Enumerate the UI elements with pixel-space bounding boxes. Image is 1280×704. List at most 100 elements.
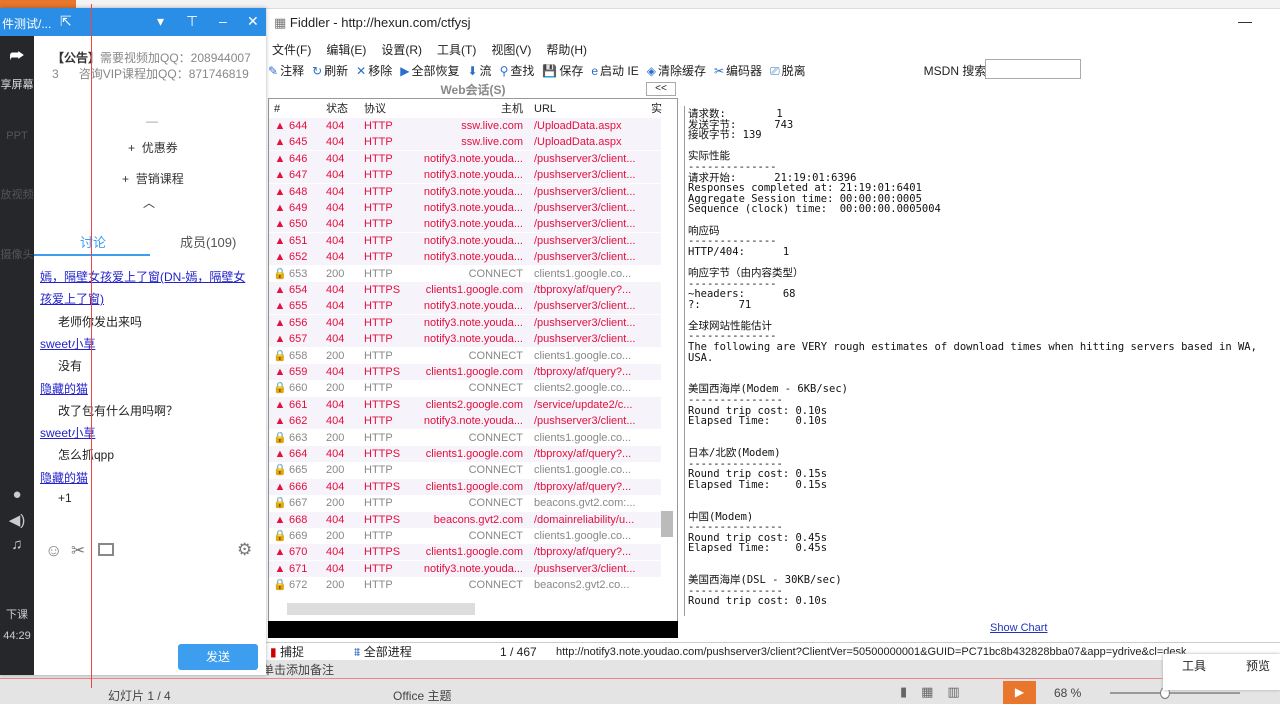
session-row[interactable]: 🔒 658 200 HTTP CONNECT clients1.google.co... bbox=[269, 348, 661, 364]
capture-toggle[interactable]: ▮ 捕捉 bbox=[270, 643, 304, 660]
chat-username[interactable]: sweet小草 bbox=[40, 335, 95, 352]
session-row[interactable]: ▲ 670 404 HTTPS clients1.google.com/tbproxy/… bbox=[269, 544, 661, 561]
microphone-icon[interactable]: ● bbox=[0, 486, 34, 503]
toolbar-button[interactable]: ⬇ 流 bbox=[467, 64, 491, 78]
collapse-button[interactable]: << bbox=[646, 82, 676, 96]
session-row[interactable]: ▲ 651 404 HTTP notify3.note.youda... /pushser… bbox=[269, 232, 661, 249]
tools-menu[interactable]: 工具 bbox=[1182, 657, 1206, 674]
tab-members[interactable]: 成员(109) bbox=[180, 232, 236, 251]
column-host[interactable]: 主机 bbox=[399, 101, 523, 117]
session-row[interactable]: ▲ 662 404 HTTP notify3.note.youda... /pushser… bbox=[269, 413, 661, 430]
toolbar-button[interactable]: ▶ 全部恢复 bbox=[400, 64, 459, 78]
emoji-icon[interactable]: ☺ bbox=[45, 541, 62, 561]
toolbar-button[interactable]: ◈ 清除缓存 bbox=[647, 64, 706, 78]
session-row[interactable]: ▲ 657 404 HTTP notify3.note.youda... /pushser… bbox=[269, 331, 661, 348]
session-row[interactable]: ▲ 647 404 HTTP notify3.note.youda... /pushser… bbox=[269, 167, 661, 184]
session-row[interactable]: 🔒 665 200 HTTP CONNECT clients1.google.co... bbox=[269, 462, 661, 478]
session-row[interactable]: 🔒 669 200 HTTP CONNECT clients1.google.co... bbox=[269, 528, 661, 544]
session-row[interactable]: ▲ 654 404 HTTPS clients1.google.com/tbproxy/… bbox=[269, 282, 661, 298]
session-row[interactable]: ▲ 650 404 HTTP notify3.note.youda... /pushser… bbox=[269, 216, 661, 233]
sidebar-ppt[interactable]: PPT bbox=[0, 130, 34, 142]
close-icon[interactable]: ✕ bbox=[247, 13, 259, 30]
session-row[interactable]: ▲ 645 404 HTTP ssw.live.com/UploadData.aspx bbox=[269, 134, 661, 151]
session-row[interactable]: ▲ 644 404 HTTP ssw.live.com/UploadData.aspx bbox=[269, 118, 661, 134]
minimize-button[interactable]: — bbox=[1238, 13, 1252, 29]
collapse-up-icon[interactable]: ︿ bbox=[143, 194, 155, 211]
process-filter[interactable]: ⩩ 全部进程 bbox=[354, 643, 412, 660]
show-chart-link[interactable]: Show Chart bbox=[990, 622, 1047, 634]
image-icon[interactable] bbox=[98, 543, 114, 556]
music-icon[interactable]: ♫ bbox=[0, 536, 34, 553]
toolbar-button[interactable]: ↻ 刷新 bbox=[312, 64, 348, 78]
zoom-slider[interactable] bbox=[1110, 687, 1240, 699]
notes-placeholder[interactable]: 单击添加备注 bbox=[262, 661, 334, 678]
send-button[interactable]: 发送 bbox=[178, 644, 258, 670]
dropdown-icon[interactable]: ▾ bbox=[157, 13, 164, 30]
session-row[interactable]: ▲ 661 404 HTTPS clients2.google.com/service/… bbox=[269, 396, 661, 413]
toolbar-button[interactable]: MSDN 搜索 bbox=[924, 64, 987, 78]
menu-item[interactable]: 视图(V) bbox=[491, 43, 531, 57]
session-row[interactable]: ▲ 668 404 HTTPS beacons.gvt2.com/domainrelia… bbox=[269, 511, 661, 528]
toolbar-button[interactable]: ✕ 移除 bbox=[356, 64, 392, 78]
scissors-icon[interactable]: ✂ bbox=[71, 541, 85, 561]
session-row[interactable]: ▲ 671 404 HTTP notify3.note.youda... /pushser… bbox=[269, 560, 661, 577]
speaker-icon[interactable]: ◀) bbox=[0, 511, 34, 529]
toolbar-icon: ✂ bbox=[713, 64, 725, 78]
column-status[interactable]: 状态 bbox=[326, 101, 348, 117]
session-row[interactable]: ▲ 656 404 HTTP notify3.note.youda... /pushser… bbox=[269, 314, 661, 331]
session-row[interactable]: 🔒 660 200 HTTP CONNECT clients2.google.co... bbox=[269, 380, 661, 396]
column-more[interactable]: 实 bbox=[651, 101, 662, 117]
menu-item[interactable]: 设置(R) bbox=[381, 43, 422, 57]
sidebar-share-screen[interactable]: 享屏幕 bbox=[0, 76, 34, 92]
session-row[interactable]: ▲ 655 404 HTTP notify3.note.youda... /pushser… bbox=[269, 298, 661, 315]
session-row[interactable]: 🔒 667 200 HTTP CONNECT beacons.gvt2.com:... bbox=[269, 495, 661, 511]
toolbar-button[interactable]: ✂ 编码器 bbox=[714, 64, 762, 78]
menu-item[interactable]: 工具(T) bbox=[437, 43, 476, 57]
chat-username[interactable]: 孩爱上了窗) bbox=[40, 290, 104, 307]
toolbar-button[interactable]: ⚲ 查找 bbox=[500, 64, 535, 78]
menu-item[interactable]: 编辑(E) bbox=[326, 43, 366, 57]
menu-item[interactable]: 帮助(H) bbox=[546, 43, 587, 57]
settings-gear-icon[interactable]: ⚙ bbox=[237, 540, 252, 560]
column-number[interactable]: # bbox=[274, 101, 280, 117]
column-url[interactable]: URL bbox=[534, 101, 556, 117]
toolbar-button[interactable]: 💾 保存 bbox=[542, 64, 583, 78]
chat-username[interactable]: 隐藏的猫 bbox=[40, 469, 88, 486]
quickexec-bar[interactable] bbox=[268, 621, 678, 638]
preview-button[interactable]: 预览 bbox=[1246, 657, 1270, 674]
view-buttons[interactable]: ▮▦▥ bbox=[900, 684, 974, 700]
share-screen-icon[interactable]: ⮫ bbox=[0, 48, 34, 66]
marketing-item[interactable]: + 营销课程 bbox=[122, 170, 184, 187]
session-row[interactable]: ▲ 664 404 HTTPS clients1.google.com/tbproxy/… bbox=[269, 446, 661, 462]
msdn-search-input[interactable] bbox=[985, 59, 1081, 79]
minimize-icon[interactable]: – bbox=[219, 13, 227, 29]
cell: 646 bbox=[289, 152, 308, 165]
share-icon[interactable]: ⇱ bbox=[60, 13, 72, 30]
toolbar-button[interactable]: ⎚ 脱离 bbox=[770, 64, 806, 78]
session-row[interactable]: ▲ 646 404 HTTP notify3.note.youda... /pushser… bbox=[269, 150, 661, 167]
slideshow-button[interactable]: ▶ bbox=[1003, 681, 1036, 704]
pin-icon[interactable]: ⊤ bbox=[186, 13, 198, 30]
session-row[interactable]: ▲ 652 404 HTTP notify3.note.youda... /pushser… bbox=[269, 249, 661, 266]
session-row[interactable]: 🔒 663 200 HTTP CONNECT clients1.google.co... bbox=[269, 430, 661, 446]
toolbar-button[interactable]: e 启动 IE bbox=[591, 64, 638, 78]
toolbar-button[interactable]: ✎ 注释 bbox=[268, 64, 304, 78]
coupon-item[interactable]: + 优惠券 bbox=[128, 139, 178, 156]
session-row[interactable]: 🔒 653 200 HTTP CONNECT clients1.google.co... bbox=[269, 266, 661, 282]
session-row[interactable]: ▲ 649 404 HTTP notify3.note.youda... /pushser… bbox=[269, 200, 661, 216]
horizontal-scrollbar-thumb[interactable] bbox=[287, 603, 475, 615]
tab-discuss[interactable]: 讨论 bbox=[80, 232, 106, 251]
column-protocol[interactable]: 协议 bbox=[364, 101, 386, 117]
sidebar-end-class[interactable]: 下课 bbox=[0, 606, 34, 622]
session-row[interactable]: 🔒 672 200 HTTP CONNECT beacons2.gvt2.co... bbox=[269, 577, 661, 593]
sidebar-video[interactable]: 放视频 bbox=[0, 186, 34, 202]
sidebar-camera[interactable]: 摄像头 bbox=[0, 246, 34, 262]
chat-username[interactable]: sweet小草 bbox=[40, 424, 95, 441]
session-row[interactable]: ▲ 666 404 HTTPS clients1.google.com/tbproxy/… bbox=[269, 478, 661, 495]
vertical-scrollbar-thumb[interactable] bbox=[661, 511, 673, 537]
session-row[interactable]: ▲ 648 404 HTTP notify3.note.youda... /pushser… bbox=[269, 183, 661, 200]
session-row[interactable]: ▲ 659 404 HTTPS clients1.google.com/tbproxy/… bbox=[269, 364, 661, 380]
chat-username[interactable]: 隐藏的猫 bbox=[40, 380, 88, 397]
chat-username[interactable]: 嫣，隔壁女孩爱上了窗(DN-嫣，隔壁女 bbox=[40, 268, 245, 285]
menu-item[interactable]: 文件(F) bbox=[272, 43, 311, 57]
